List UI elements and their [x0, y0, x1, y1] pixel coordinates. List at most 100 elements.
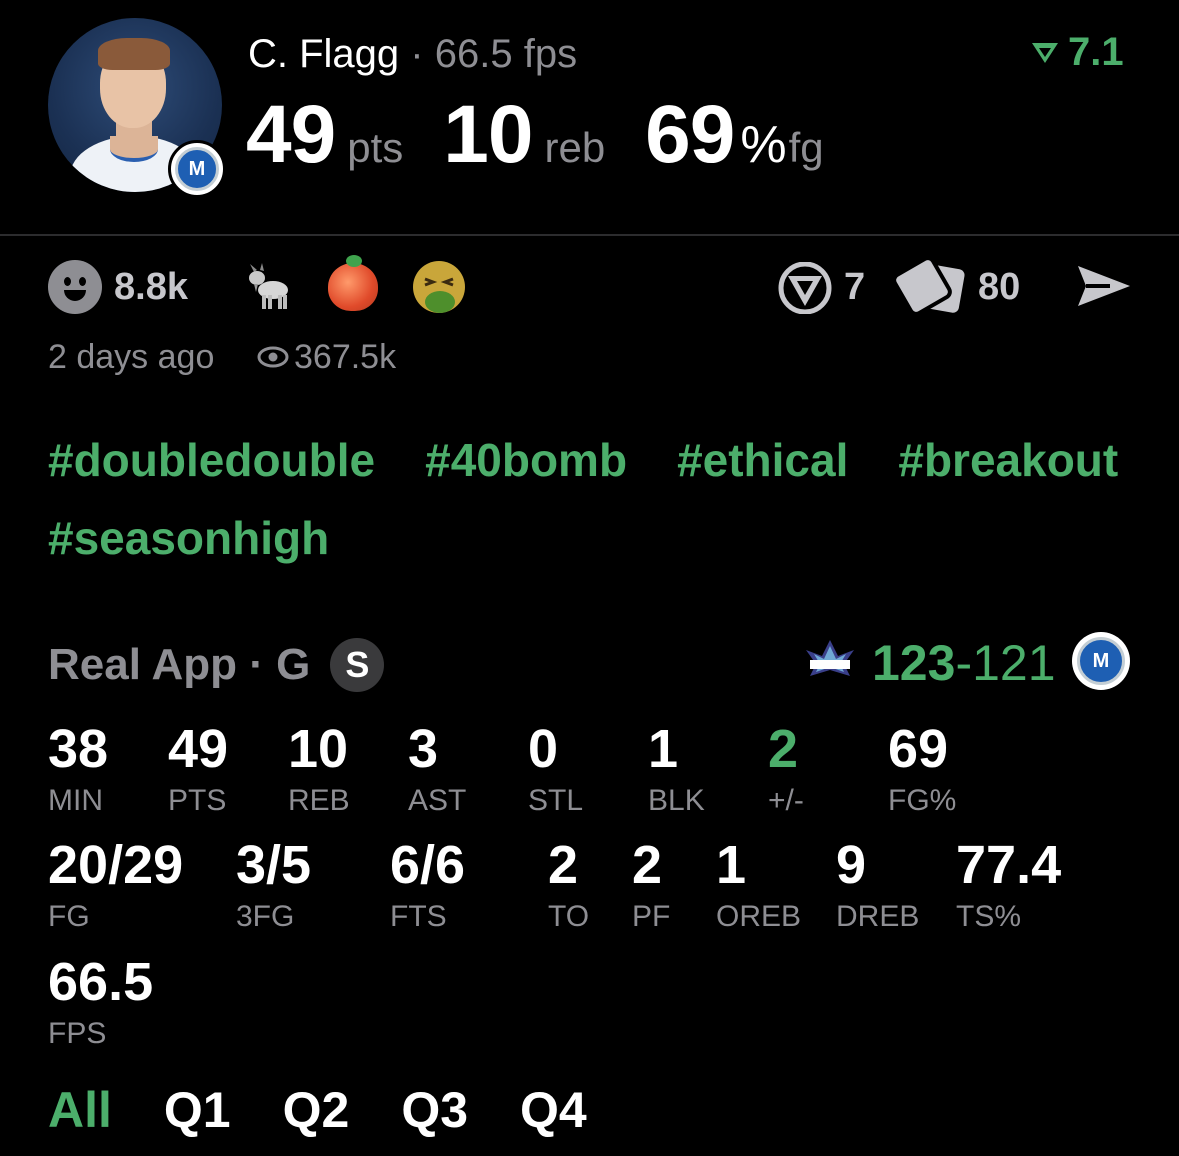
stat-label: FG% — [888, 784, 957, 817]
stat-value: 1 — [716, 835, 747, 895]
stat-value: 20/29 — [48, 835, 184, 895]
avatar-collar — [110, 136, 158, 162]
headline-fg: 69 — [645, 89, 735, 180]
goat-emoji-icon[interactable] — [240, 260, 294, 314]
s-badge[interactable]: S — [330, 638, 385, 692]
vomit-emoji-icon[interactable] — [412, 260, 466, 314]
smile-reaction-icon[interactable] — [48, 260, 102, 314]
tab-q2[interactable]: Q2 — [283, 1084, 350, 1136]
app-label: Real App · G S — [48, 638, 385, 692]
stat-label: 3FG — [236, 900, 295, 933]
stat-3fg: 3/5 3FG — [236, 838, 311, 934]
stat-label: +/- — [768, 784, 804, 817]
fps-text: 66.5 fps — [434, 32, 578, 76]
headline-stats: 49 pts 10 reb 69 % fg — [246, 88, 824, 182]
headline-reb-unit: reb — [544, 124, 606, 171]
stat-pts: 49 PTS — [168, 722, 228, 818]
stat-fps: 66.5 FPS — [48, 955, 153, 1051]
stat-ast: 3 AST — [408, 722, 466, 818]
view-count: 367.5k — [294, 338, 397, 376]
stat-oreb: 1 OREB — [716, 838, 801, 934]
hashtag[interactable]: #ethical — [677, 436, 848, 484]
hashtag[interactable]: #seasonhigh — [48, 514, 329, 562]
stat-value: 38 — [48, 719, 109, 779]
stat-label: BLK — [648, 784, 705, 817]
hashtag[interactable]: #doubledouble — [48, 436, 375, 484]
stat-value: 10 — [288, 719, 349, 779]
v-count: 7 — [844, 266, 866, 308]
reaction-count: 8.8k — [114, 266, 188, 308]
stat-value: 49 — [168, 719, 229, 779]
header-divider — [0, 234, 1179, 236]
tab-q3[interactable]: Q3 — [401, 1084, 468, 1136]
stat-value: 3/5 — [236, 835, 312, 895]
tab-q1[interactable]: Q1 — [164, 1084, 231, 1136]
score-lose: 121 — [972, 635, 1056, 691]
avatar-hair — [98, 38, 170, 70]
hashtag-list: #doubledouble #40bomb #ethical #breakout… — [48, 436, 1128, 562]
game-score[interactable]: 123-121 — [872, 634, 1056, 692]
hornets-logo-icon — [806, 640, 854, 676]
stat-value: 66.5 — [48, 952, 154, 1012]
stat-dreb: 9 DREB — [836, 838, 919, 934]
mavericks-logo-icon: M — [168, 140, 226, 198]
stat-value: 9 — [836, 835, 867, 895]
quarter-tabs: All Q1 Q2 Q3 Q4 — [48, 1084, 587, 1136]
rating-chevron-icon — [1032, 42, 1058, 63]
stat-fts: 6/6 FTS — [390, 838, 465, 934]
hashtag[interactable]: #breakout — [898, 436, 1118, 484]
post-time: 2 days ago — [48, 338, 215, 376]
tab-all[interactable]: All — [48, 1084, 112, 1136]
tab-q4[interactable]: Q4 — [520, 1084, 587, 1136]
stat-to: 2 TO — [548, 838, 589, 934]
headline-reb: 10 — [443, 89, 533, 180]
send-icon[interactable] — [1076, 262, 1132, 310]
stat-label: REB — [288, 784, 350, 817]
hashtag[interactable]: #40bomb — [425, 436, 627, 484]
stat-ts-pct: 77.4 TS% — [956, 838, 1061, 934]
stat-label: AST — [408, 784, 467, 817]
stat-fg: 20/29 FG — [48, 838, 183, 934]
stat-value: 0 — [528, 719, 559, 779]
stat-label: OREB — [716, 900, 802, 933]
stat-value: 2 — [632, 835, 663, 895]
stat-value: 3 — [408, 719, 439, 779]
stat-label: STL — [528, 784, 584, 817]
stat-label: PTS — [168, 784, 227, 817]
stat-value: 2 — [548, 835, 579, 895]
peach-emoji-icon[interactable] — [326, 255, 380, 314]
stat-value: 6/6 — [390, 835, 466, 895]
stat-blk: 1 BLK — [648, 722, 705, 818]
stat-label: TS% — [956, 900, 1022, 933]
headline-fg-unit: fg — [788, 124, 824, 171]
stat-label: MIN — [48, 784, 103, 817]
stat-plus-minus: 2 +/- — [768, 722, 804, 818]
cards-icon[interactable] — [896, 258, 968, 316]
stat-value: 1 — [648, 719, 679, 779]
player-title[interactable]: C. Flagg · 66.5 fps — [248, 32, 577, 77]
stat-pf: 2 PF — [632, 838, 670, 934]
stat-min: 38 MIN — [48, 722, 108, 818]
stat-value: 77.4 — [956, 835, 1062, 895]
stat-label: FTS — [390, 900, 447, 933]
headline-pts: 49 — [246, 89, 336, 180]
rating-badge[interactable]: 7.1 — [1030, 30, 1124, 75]
headline-pts-unit: pts — [347, 124, 404, 171]
stat-value: 69 — [888, 719, 949, 779]
app-name: Real App · G — [48, 640, 311, 689]
v-shield-icon[interactable] — [778, 262, 832, 314]
stat-label: FPS — [48, 1017, 107, 1050]
stat-fg-pct: 69 FG% — [888, 722, 956, 818]
rating-value: 7.1 — [1068, 30, 1124, 74]
score-win: 123 — [872, 635, 956, 691]
cards-count: 80 — [978, 266, 1021, 308]
stat-label: FG — [48, 900, 90, 933]
stat-label: PF — [632, 900, 671, 933]
stat-reb: 10 REB — [288, 722, 350, 818]
score-dash: - — [955, 635, 973, 691]
stat-stl: 0 STL — [528, 722, 583, 818]
mavericks-logo-icon: M — [1072, 632, 1130, 690]
stat-label: DREB — [836, 900, 920, 933]
stat-label: TO — [548, 900, 590, 933]
stat-value: 2 — [768, 719, 799, 779]
